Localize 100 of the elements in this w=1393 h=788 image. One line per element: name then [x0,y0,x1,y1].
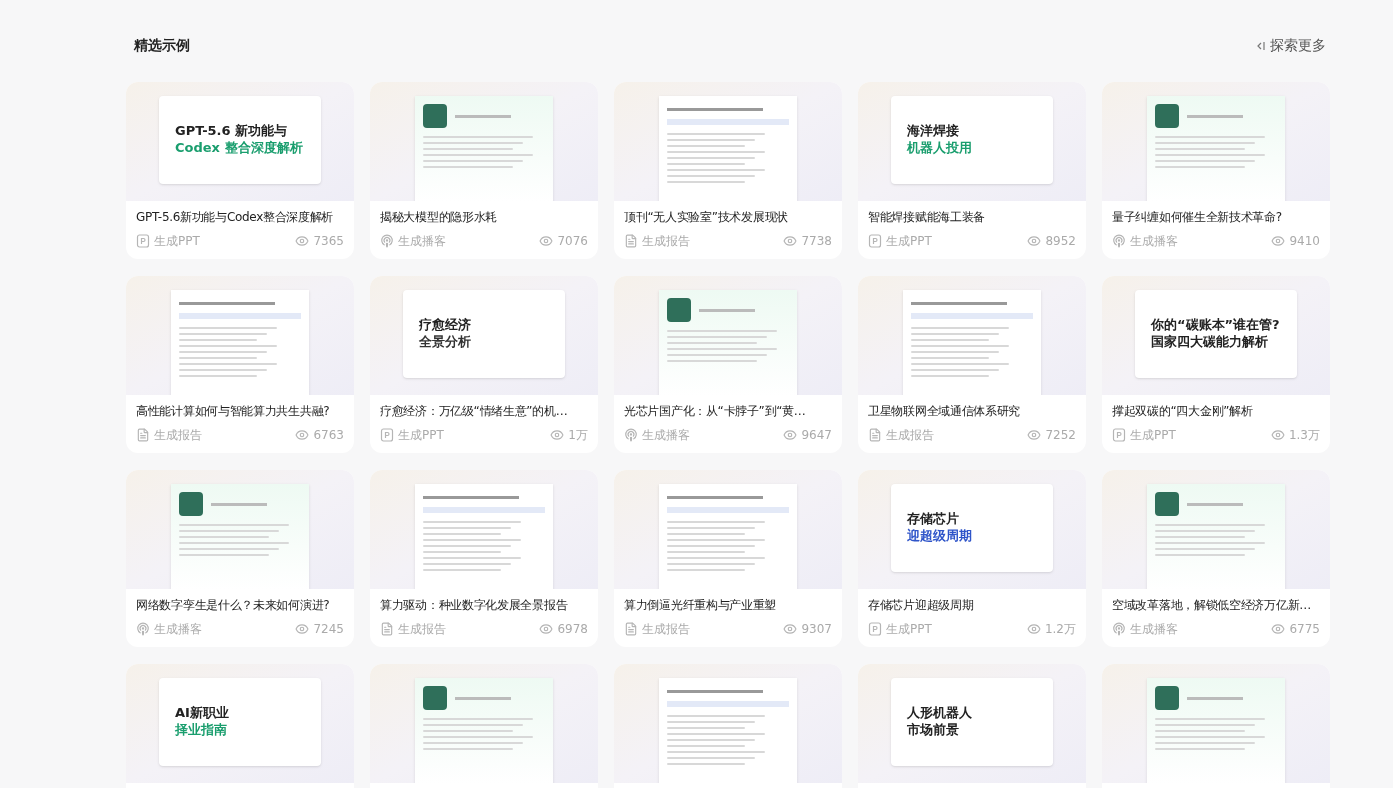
card-title: 高性能计算如何与智能算力共生共融? [136,403,330,419]
type-label: 生成播客 [642,427,690,444]
cover-thumbnail [667,298,691,322]
slide-headline: 存储芯片 [907,512,960,527]
slide-headline: 海洋焊接 [907,124,960,139]
example-card[interactable]: 算力驱动：种业数字化发展全景报告 生成报告 6978 [370,470,598,647]
card-title: 算力倒逼光纤重构与产业重塑 [624,597,777,613]
collapse-icon [1256,40,1266,51]
card-title: 网络数字孪生是什么？未来如何演进? [136,597,330,613]
type-label: 生成PPT [886,233,932,250]
presentation-icon [868,622,882,636]
podcast-icon [136,622,150,636]
example-card[interactable]: 揭秘大模型的隐形水耗 生成播客 7076 [370,82,598,259]
views-icon [1271,622,1286,636]
card-title: GPT-5.6新功能与Codex整合深度解析 [136,209,334,225]
slide-headline: 你的“碳账本”谁在管? [1151,318,1281,333]
view-count: 7076 [557,233,588,250]
view-count: 7738 [801,233,832,250]
type-label: 生成报告 [642,233,690,250]
views-icon [550,428,565,442]
example-card[interactable] [370,664,598,788]
example-card[interactable]: 卫星物联网全域通信体系研究 生成报告 7252 [858,276,1086,453]
podcast-icon [624,428,638,442]
cover-thumbnail [423,686,447,710]
example-card[interactable]: 光芯片国产化：从“卡脖子”到“黄… 生成播客 9647 [614,276,842,453]
card-title: 量子纠缠如何催生全新技术革命? [1112,209,1282,225]
example-card[interactable]: 你的“碳账本”谁在管? 国家四大碳能力解析 撑起双碳的“四大金刚”解析 生成PPT 1.3万 [1102,276,1330,453]
view-count: 9647 [801,427,832,444]
view-count: 7252 [1045,427,1076,444]
cover-thumbnail [1155,686,1179,710]
views-icon [783,234,798,248]
slide-headline: 疗愈经济 [419,318,472,333]
slide-headline: AI新职业 [175,706,230,721]
slide-headline: 择业指南 [175,723,228,738]
example-card[interactable]: 空域改革落地，解锁低空经济万亿新… 生成播客 6775 [1102,470,1330,647]
example-card[interactable] [614,664,842,788]
document-icon [868,428,882,442]
card-title: 揭秘大模型的隐形水耗 [380,209,497,225]
views-icon [1027,234,1042,248]
card-title: 存储芯片迎超级周期 [868,597,974,613]
explore-more-link[interactable]: 探索更多 [1256,35,1326,56]
view-count: 7245 [313,621,344,638]
view-count: 1.2万 [1044,621,1076,638]
card-title: 光芯片国产化：从“卡脖子”到“黄… [624,403,806,419]
view-count: 9307 [801,621,832,638]
cover-thumbnail [179,492,203,516]
views-icon [1271,234,1286,248]
example-card[interactable]: 高性能计算如何与智能算力共生共融? 生成报告 6763 [126,276,354,453]
type-label: 生成报告 [886,427,934,444]
cover-thumbnail [423,104,447,128]
slide-headline: 市场前景 [907,723,960,738]
view-count: 1万 [568,427,588,444]
card-title: 智能焊接赋能海工装备 [868,209,985,225]
slide-headline: GPT-5.6 新功能与 [175,124,289,139]
type-label: 生成播客 [1130,621,1178,638]
presentation-icon [380,428,394,442]
example-card[interactable] [1102,664,1330,788]
example-card[interactable]: 量子纠缠如何催生全新技术革命? 生成播客 9410 [1102,82,1330,259]
example-card[interactable]: 网络数字孪生是什么？未来如何演进? 生成播客 7245 [126,470,354,647]
presentation-icon [1112,428,1126,442]
card-title: 疗愈经济：万亿级“情绪生意”的机… [380,403,568,419]
view-count: 6763 [313,427,344,444]
example-card[interactable]: GPT-5.6 新功能与 Codex 整合深度解析 GPT-5.6新功能与Codex整合深度解析 生成PPT 7365 [126,82,354,259]
slide-headline: Codex 整合深度解析 [175,141,304,156]
view-count: 9410 [1289,233,1320,250]
type-label: 生成报告 [642,621,690,638]
card-title: 空域改革落地，解锁低空经济万亿新… [1112,597,1311,613]
document-icon [136,428,150,442]
card-title: 撑起双碳的“四大金刚”解析 [1112,403,1253,419]
podcast-icon [1112,234,1126,248]
type-label: 生成PPT [398,427,444,444]
type-label: 生成报告 [154,427,202,444]
card-title: 卫星物联网全域通信体系研究 [868,403,1021,419]
type-label: 生成报告 [398,621,446,638]
podcast-icon [380,234,394,248]
section-title: 精选示例 [134,36,190,55]
example-card[interactable]: 存储芯片 迎超级周期 存储芯片迎超级周期 生成PPT 1.2万 [858,470,1086,647]
view-count: 8952 [1045,233,1076,250]
views-icon [783,622,798,636]
views-icon [783,428,798,442]
views-icon [295,428,310,442]
type-label: 生成播客 [154,621,202,638]
view-count: 7365 [313,233,344,250]
document-icon [380,622,394,636]
type-label: 生成PPT [886,621,932,638]
example-card[interactable]: 人形机器人 市场前景 [858,664,1086,788]
example-card[interactable]: AI新职业 择业指南 [126,664,354,788]
document-icon [624,234,638,248]
document-icon [624,622,638,636]
example-card[interactable]: 疗愈经济 全景分析 疗愈经济：万亿级“情绪生意”的机… 生成PPT 1万 [370,276,598,453]
type-label: 生成播客 [398,233,446,250]
example-card[interactable]: 顶刊“无人实验室”技术发展现状 生成报告 7738 [614,82,842,259]
views-icon [539,234,554,248]
example-card[interactable]: 海洋焊接 机器人投用 智能焊接赋能海工装备 生成PPT 8952 [858,82,1086,259]
view-count: 6978 [557,621,588,638]
card-title: 顶刊“无人实验室”技术发展现状 [624,209,788,225]
example-card[interactable]: 算力倒逼光纤重构与产业重塑 生成报告 9307 [614,470,842,647]
views-icon [1026,622,1041,636]
cover-thumbnail [1155,492,1179,516]
cover-thumbnail [1155,104,1179,128]
